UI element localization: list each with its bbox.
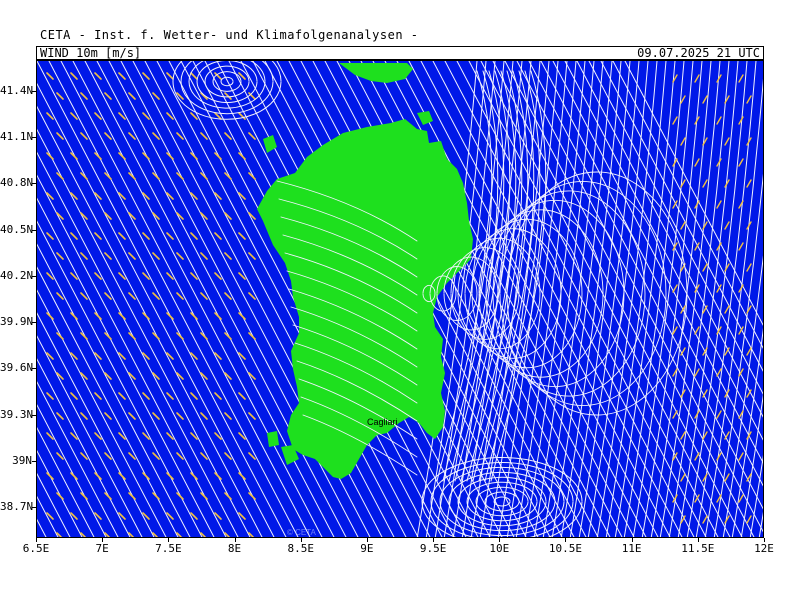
lon-tick-label: 11E xyxy=(621,542,642,555)
lat-tick xyxy=(32,507,36,509)
place-label-cagliari: Cagliari xyxy=(367,417,398,427)
lat-tick-label: 40.5N xyxy=(0,222,34,236)
copyright-watermark: © CETA xyxy=(287,528,317,537)
lat-tick xyxy=(32,275,36,277)
label-bar: WIND 10m [m/s] 09.07.2025 21 UTC xyxy=(36,46,764,60)
lon-tick xyxy=(697,538,699,542)
lon-tick xyxy=(433,538,435,542)
lat-tick xyxy=(32,137,36,139)
lon-tick xyxy=(499,538,501,542)
lat-tick-label: 40.8N xyxy=(0,176,34,190)
wind-map: Cagliari © CETA xyxy=(36,60,764,538)
lat-tick-label: 38.7N xyxy=(0,500,34,514)
lat-tick-label: 39N xyxy=(12,453,32,467)
lon-tick-label: 9.5E xyxy=(419,542,447,555)
lat-tick-label: 39.9N xyxy=(0,315,34,329)
lon-tick-label: 7E xyxy=(95,542,109,555)
lon-tick-label: 7.5E xyxy=(155,542,182,555)
lon-tick-label: 8E xyxy=(227,542,242,555)
lon-tick xyxy=(234,538,236,542)
lon-tick-label: 11.5E xyxy=(681,542,715,555)
lon-tick-label: 8.5E xyxy=(287,542,314,555)
lon-tick xyxy=(36,538,37,542)
header-title: CETA - Inst. f. Wetter- und Klimafolgena… xyxy=(40,28,419,42)
lon-tick xyxy=(764,538,765,542)
lon-tick-label: 9E xyxy=(360,542,374,555)
lat-tick xyxy=(32,229,36,231)
lon-tick xyxy=(366,538,368,542)
lon-tick-label: 10.5E xyxy=(548,542,583,555)
lon-tick xyxy=(565,538,567,542)
lon-tick xyxy=(168,538,170,542)
lat-tick-label: 39.3N xyxy=(0,407,34,421)
lat-tick xyxy=(32,460,36,462)
lat-tick-label: 41.4N xyxy=(0,83,34,97)
lon-tick xyxy=(102,538,104,542)
lat-tick xyxy=(32,183,36,185)
valid-time: 09.07.2025 21 UTC xyxy=(637,46,760,60)
lat-tick xyxy=(32,90,36,92)
lon-tick xyxy=(631,538,633,542)
field-label: WIND 10m [m/s] xyxy=(40,46,142,60)
lat-tick xyxy=(32,368,36,370)
lat-tick-label: 41.1N xyxy=(0,130,34,144)
island-sant-antioco xyxy=(267,431,279,447)
lat-tick-label: 39.6N xyxy=(0,361,34,375)
lat-tick-label: 40.2N xyxy=(0,268,34,282)
wind-map-canvas: Cagliari © CETA xyxy=(37,61,763,537)
lat-tick xyxy=(32,414,36,416)
lon-tick-label: 12E xyxy=(754,542,774,555)
lon-tick-label: 10E xyxy=(489,542,510,555)
lat-tick xyxy=(32,322,36,324)
lon-tick xyxy=(300,538,302,542)
lon-tick-label: 6.5E xyxy=(22,542,50,555)
